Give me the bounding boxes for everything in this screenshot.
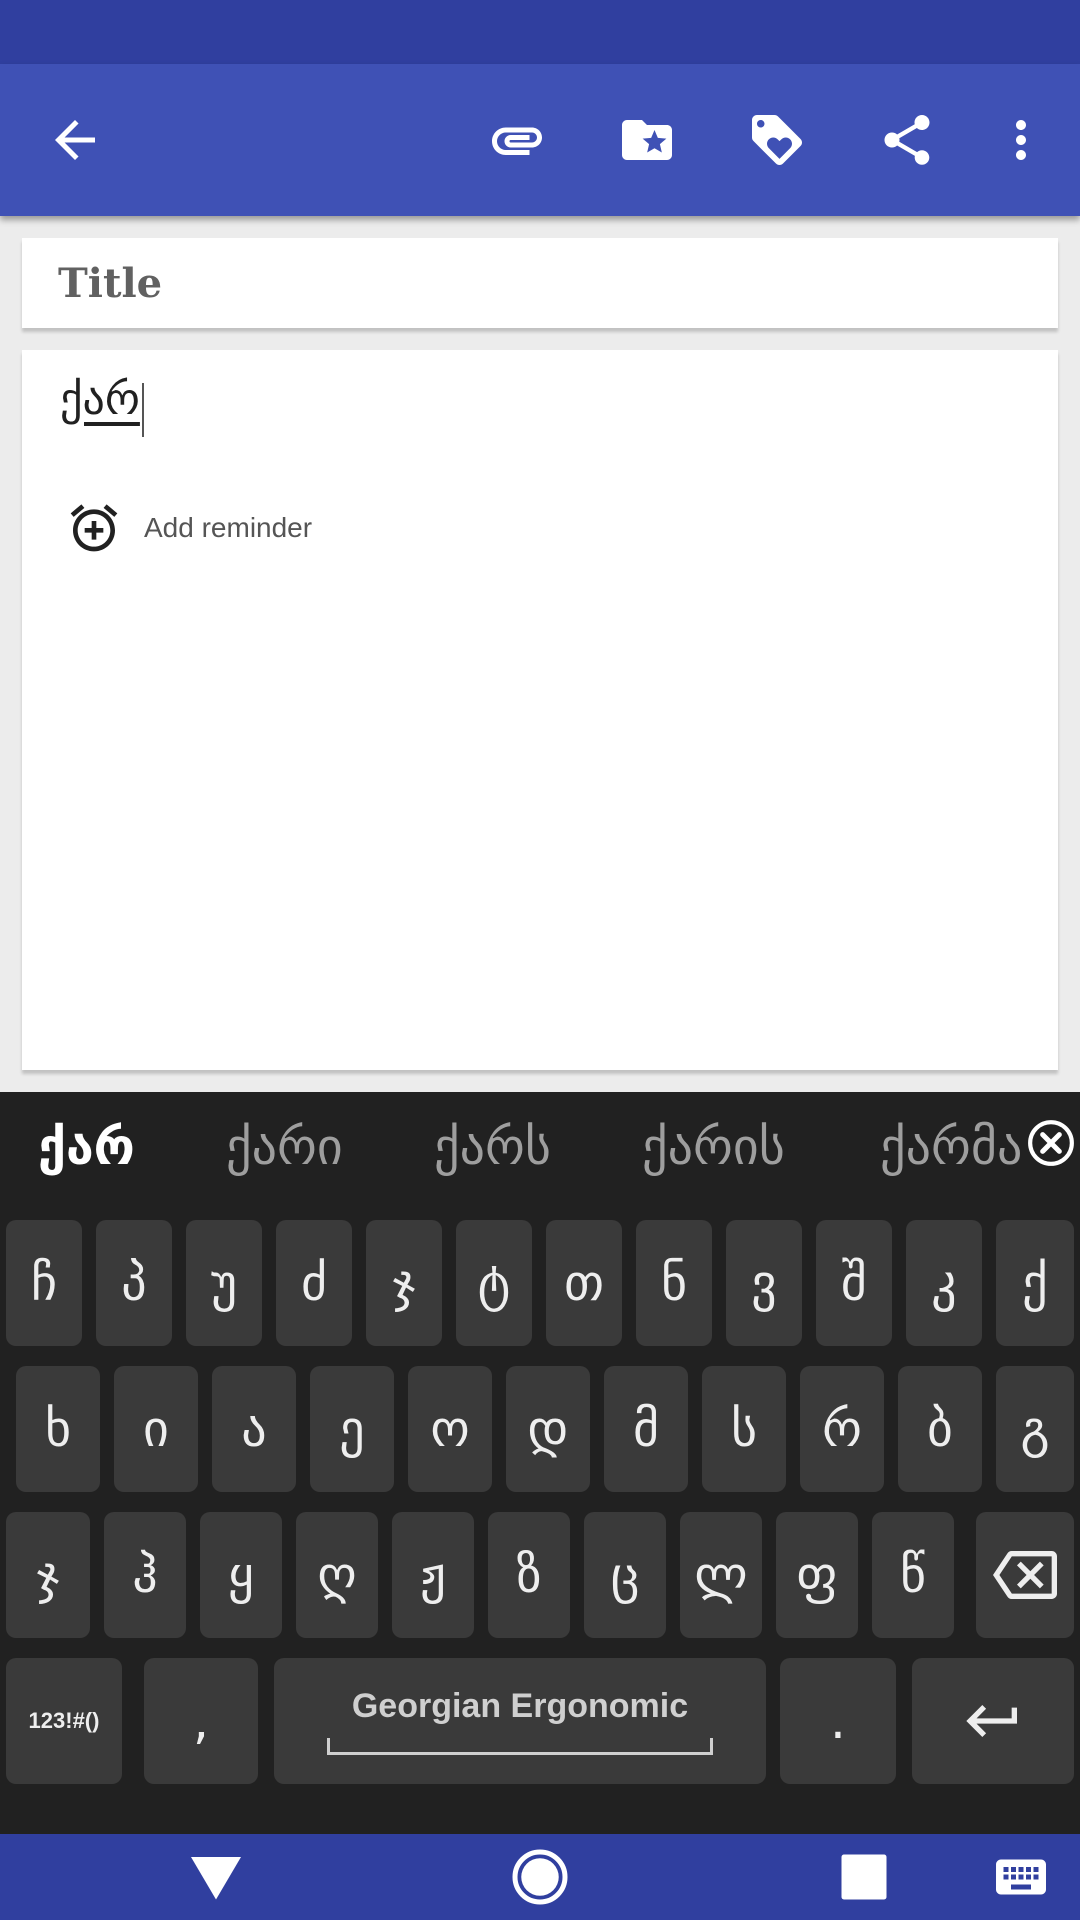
navigation-bar [0, 1834, 1080, 1920]
key[interactable]: თ [546, 1220, 622, 1346]
key[interactable]: ჰ [104, 1512, 186, 1638]
content-card[interactable]: ქარ Add reminder [22, 350, 1058, 1070]
key[interactable]: ძ [276, 1220, 352, 1346]
share-icon [884, 115, 930, 165]
alarm-add-icon [70, 504, 118, 552]
key[interactable]: ტ [456, 1220, 532, 1346]
more-vert-icon [1016, 120, 1026, 160]
keyboard-icon [996, 1859, 1046, 1895]
key[interactable]: უ [186, 1220, 262, 1346]
key[interactable]: ც [584, 1512, 666, 1638]
key[interactable]: ე [310, 1366, 394, 1492]
key[interactable]: ჟ [392, 1512, 474, 1638]
tag-heart-icon [752, 115, 802, 165]
key[interactable]: ა [212, 1366, 296, 1492]
key[interactable]: ზ [488, 1512, 570, 1638]
key[interactable]: ჯ [366, 1220, 442, 1346]
enter-icon [966, 1705, 1017, 1737]
suggestion-strip: ქარ ქარი ქარს ქარის ქარმა [0, 1092, 1080, 1202]
period-key[interactable]: . [780, 1658, 896, 1784]
nav-home-button[interactable] [480, 1834, 600, 1920]
content-input[interactable]: ქარ [60, 374, 144, 437]
nav-recents-icon [841, 1854, 887, 1900]
key[interactable]: ჯ [6, 1512, 90, 1638]
key[interactable]: გ [996, 1366, 1074, 1492]
backspace-icon [993, 1551, 1057, 1599]
enter-key[interactable] [912, 1658, 1074, 1784]
key[interactable]: ი [114, 1366, 198, 1492]
nav-back-button[interactable] [156, 1834, 276, 1920]
key[interactable]: კ [906, 1220, 982, 1346]
nav-recents-button[interactable] [804, 1834, 924, 1920]
share-button[interactable] [852, 64, 962, 216]
key[interactable]: ყ [200, 1512, 282, 1638]
status-bar [0, 0, 1080, 64]
nav-home-icon [512, 1849, 568, 1905]
key[interactable]: რ [800, 1366, 884, 1492]
key[interactable]: ლ [680, 1512, 762, 1638]
nav-back-icon [191, 1857, 241, 1900]
title-card: Title [22, 238, 1058, 328]
key[interactable]: ო [408, 1366, 492, 1492]
key[interactable]: ნ [636, 1220, 712, 1346]
app-bar [0, 64, 1080, 216]
space-key-label: Georgian Ergonomic [351, 1687, 689, 1725]
category-button[interactable] [592, 64, 702, 216]
space-bar-icon [327, 1738, 713, 1755]
back-arrow-icon [55, 120, 95, 160]
key[interactable]: დ [506, 1366, 590, 1492]
tag-button[interactable] [722, 64, 832, 216]
key[interactable]: მ [604, 1366, 688, 1492]
key[interactable]: ღ [296, 1512, 378, 1638]
key[interactable]: ვ [726, 1220, 802, 1346]
key[interactable]: ს [702, 1366, 786, 1492]
key[interactable]: ფ [776, 1512, 858, 1638]
suggestion-item[interactable]: ქარი [226, 1118, 343, 1176]
key[interactable]: ხ [16, 1366, 100, 1492]
comma-key[interactable]: , [144, 1658, 258, 1784]
suggestion-item[interactable]: ქარმა [880, 1118, 1020, 1176]
keyboard: ქარ ქარი ქარს ქარის ქარმა ჩ პ უ ძ ჯ ტ თ … [0, 1092, 1080, 1834]
content-text: ქარ [60, 374, 140, 425]
key[interactable]: წ [872, 1512, 954, 1638]
suggestion-item[interactable]: ქარ [38, 1118, 135, 1176]
suggestion-item[interactable]: ქარის [642, 1118, 785, 1176]
space-key[interactable]: Georgian Ergonomic [274, 1658, 766, 1784]
keyboard-switch-button[interactable] [966, 1834, 1076, 1920]
symbols-key[interactable]: 123!#() [6, 1658, 122, 1784]
paperclip-icon [492, 127, 542, 155]
key[interactable]: პ [96, 1220, 172, 1346]
backspace-key[interactable] [976, 1512, 1074, 1638]
attach-button[interactable] [462, 64, 572, 216]
title-input[interactable]: Title [58, 260, 162, 307]
more-options-button[interactable] [966, 64, 1076, 216]
key[interactable]: ჩ [6, 1220, 82, 1346]
key[interactable]: შ [816, 1220, 892, 1346]
add-reminder-button[interactable]: Add reminder [66, 500, 312, 556]
key[interactable]: ქ [996, 1220, 1074, 1346]
close-suggestions-icon[interactable] [1026, 1118, 1076, 1168]
key[interactable]: ბ [898, 1366, 982, 1492]
add-reminder-label: Add reminder [144, 512, 313, 543]
folder-star-icon [622, 120, 672, 160]
text-caret [141, 382, 144, 437]
suggestion-item[interactable]: ქარს [434, 1118, 551, 1176]
back-button[interactable] [20, 64, 130, 216]
